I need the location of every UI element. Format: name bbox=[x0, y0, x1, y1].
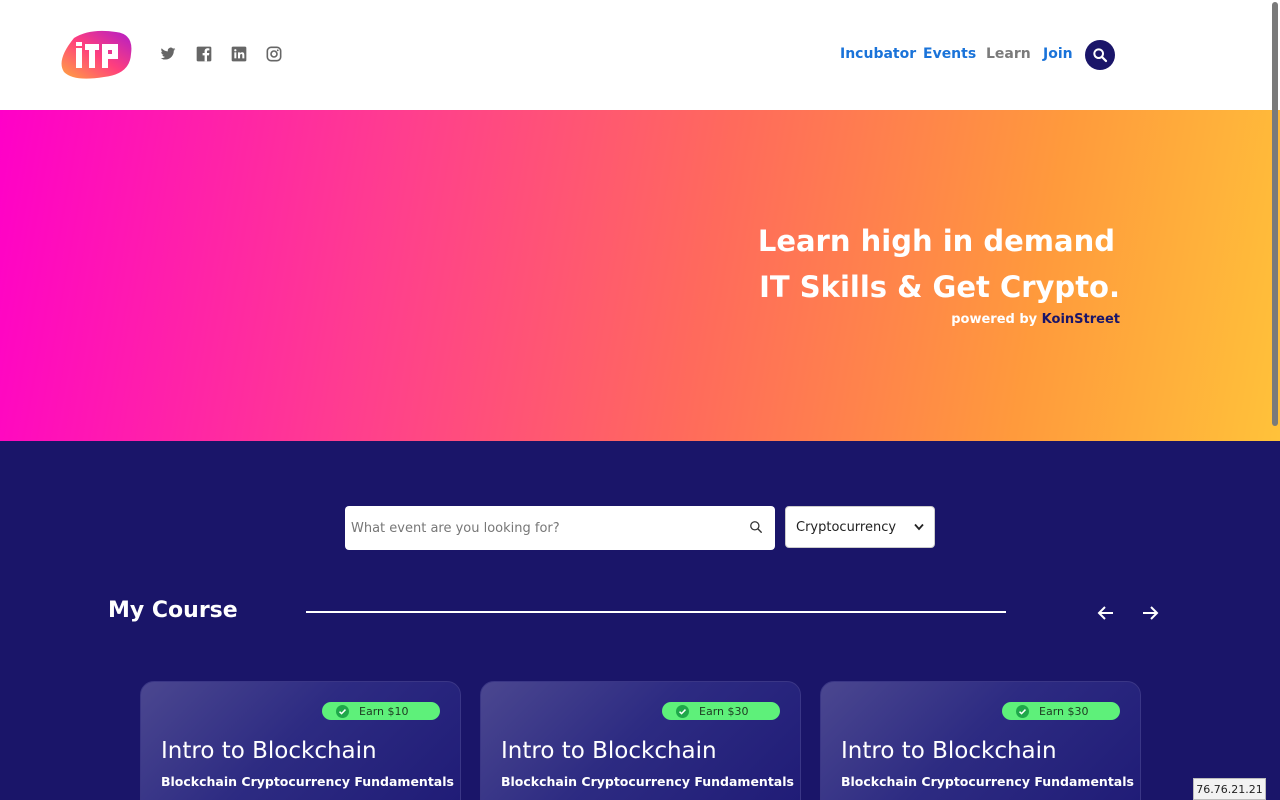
nav-join[interactable]: Join bbox=[1043, 46, 1073, 62]
course-title: Intro to Blockchain bbox=[841, 738, 1057, 764]
event-search-input[interactable] bbox=[351, 512, 741, 544]
facebook-icon[interactable] bbox=[196, 46, 214, 64]
course-card[interactable]: Earn $30 Intro to Blockchain Blockchain … bbox=[480, 681, 801, 800]
page-scrollbar[interactable] bbox=[1270, 0, 1280, 800]
course-title: Intro to Blockchain bbox=[501, 738, 717, 764]
earn-badge-label: Earn $10 bbox=[359, 704, 409, 718]
site-logo[interactable] bbox=[60, 30, 132, 80]
search-submit-button[interactable] bbox=[749, 519, 767, 537]
arrow-left-icon bbox=[1097, 606, 1113, 620]
powered-by-brand[interactable]: KoinStreet bbox=[1042, 312, 1120, 327]
scrollbar-thumb[interactable] bbox=[1272, 2, 1278, 426]
hero-headline-line1: Learn high in demand bbox=[757, 224, 1115, 258]
nav-events[interactable]: Events bbox=[923, 46, 976, 62]
section-divider bbox=[306, 611, 1006, 613]
linkedin-icon[interactable] bbox=[231, 46, 249, 64]
course-subtitle: Blockchain Cryptocurrency Fundamentals bbox=[161, 774, 454, 789]
check-circle-icon bbox=[676, 704, 689, 718]
twitter-icon[interactable] bbox=[160, 46, 178, 64]
check-circle-icon bbox=[336, 704, 349, 718]
powered-by: powered by KoinStreet bbox=[951, 312, 1120, 327]
nav-learn[interactable]: Learn bbox=[986, 46, 1031, 62]
nav-incubator[interactable]: Incubator bbox=[840, 46, 916, 62]
earn-badge-label: Earn $30 bbox=[699, 704, 749, 718]
powered-by-prefix: powered by bbox=[951, 312, 1038, 327]
arrow-right-icon bbox=[1143, 606, 1159, 620]
chevron-down-icon bbox=[914, 523, 924, 531]
earn-badge: Earn $30 bbox=[1002, 702, 1120, 720]
course-card[interactable]: Earn $30 Intro to Blockchain Blockchain … bbox=[820, 681, 1141, 800]
search-icon bbox=[1093, 48, 1108, 63]
check-circle-icon bbox=[1016, 704, 1029, 718]
course-card[interactable]: Earn $10 Intro to Blockchain Blockchain … bbox=[140, 681, 461, 800]
hero-banner: Learn high in demand IT Skills & Get Cry… bbox=[0, 110, 1280, 441]
section-title: My Course bbox=[108, 598, 238, 623]
search-icon bbox=[750, 521, 762, 533]
earn-badge-label: Earn $30 bbox=[1039, 704, 1089, 718]
earn-badge: Earn $10 bbox=[322, 702, 440, 720]
course-title: Intro to Blockchain bbox=[161, 738, 377, 764]
category-selected-value: Cryptocurrency bbox=[796, 519, 897, 535]
header-search-button[interactable] bbox=[1085, 40, 1115, 70]
carousel-prev-button[interactable] bbox=[1096, 603, 1116, 623]
category-select[interactable]: Cryptocurrency bbox=[785, 506, 935, 548]
instagram-icon[interactable] bbox=[266, 46, 284, 64]
ip-address-tag: 76.76.21.21 bbox=[1193, 778, 1266, 800]
event-search-box bbox=[345, 506, 775, 550]
site-header: Incubator Events Learn Join bbox=[0, 0, 1280, 110]
carousel-next-button[interactable] bbox=[1140, 603, 1160, 623]
course-subtitle: Blockchain Cryptocurrency Fundamentals bbox=[841, 774, 1134, 789]
course-subtitle: Blockchain Cryptocurrency Fundamentals bbox=[501, 774, 794, 789]
hero-headline-line2: IT Skills & Get Crypto. bbox=[759, 270, 1120, 304]
earn-badge: Earn $30 bbox=[662, 702, 780, 720]
